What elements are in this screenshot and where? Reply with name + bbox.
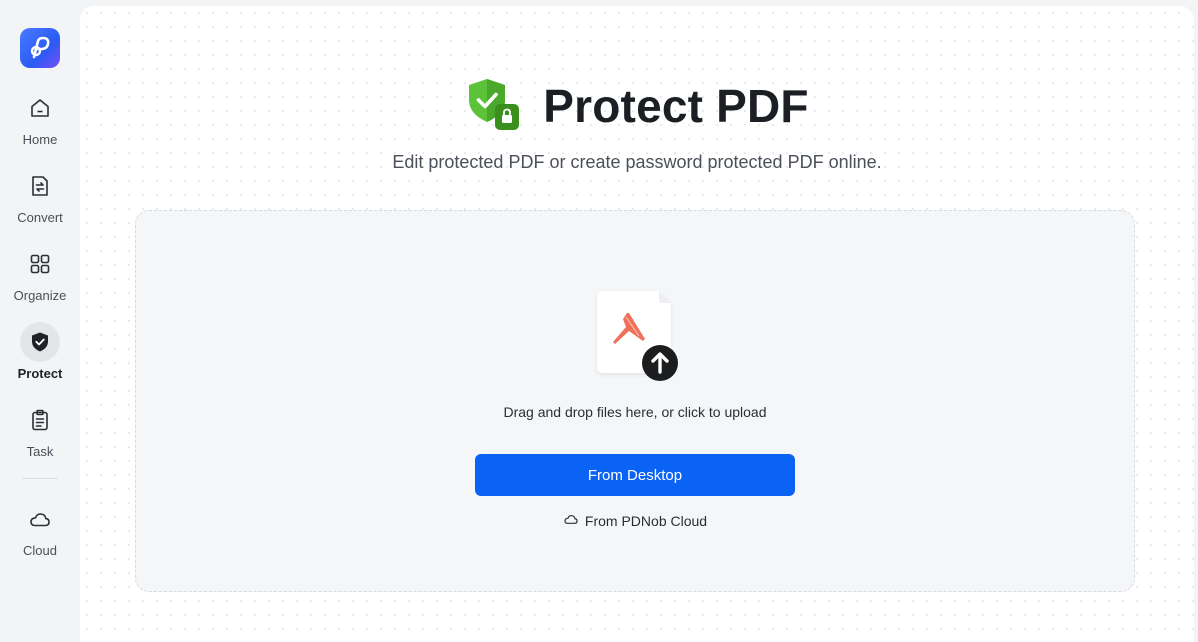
dropzone-instructions: Drag and drop files here, or click to up… — [503, 404, 767, 420]
from-cloud-link[interactable]: From PDNob Cloud — [136, 511, 1134, 530]
sidebar-item-label: Organize — [13, 288, 67, 303]
convert-icon — [20, 166, 60, 206]
shield-lock-icon — [465, 76, 521, 137]
upload-dropzone[interactable]: Drag and drop files here, or click to up… — [135, 210, 1135, 592]
sidebar-item-convert[interactable]: Convert — [0, 166, 80, 236]
shield-icon — [20, 322, 60, 362]
sidebar-item-label: Home — [22, 132, 58, 147]
pdnob-logo-icon[interactable] — [20, 28, 60, 68]
sidebar-item-label: Protect — [17, 366, 63, 381]
page-title: Protect PDF — [543, 80, 809, 132]
sidebar-item-cloud[interactable]: Cloud — [0, 499, 80, 569]
clipboard-icon — [20, 400, 60, 440]
sidebar-item-label: Task — [26, 444, 54, 459]
page-header: Protect PDF — [80, 76, 1194, 136]
main-panel: Protect PDF Edit protected PDF or create… — [80, 6, 1194, 642]
grid-icon — [20, 244, 60, 284]
sidebar-divider — [22, 478, 58, 479]
sidebar-item-protect[interactable]: Protect — [0, 322, 80, 392]
pdf-upload-icon — [593, 289, 683, 381]
cloud-link-label: From PDNob Cloud — [584, 512, 708, 529]
home-icon — [20, 88, 60, 128]
sidebar-item-task[interactable]: Task — [0, 400, 80, 470]
cloud-icon — [20, 499, 60, 539]
page-subtitle: Edit protected PDF or create password pr… — [392, 152, 882, 172]
sidebar-item-label: Convert — [17, 210, 63, 225]
sidebar: Home Convert Organize Protect Task Cloud — [0, 0, 80, 642]
cloud-icon — [563, 511, 579, 530]
from-desktop-button[interactable]: From Desktop — [475, 454, 795, 496]
sidebar-item-home[interactable]: Home — [0, 88, 80, 158]
sidebar-item-organize[interactable]: Organize — [0, 244, 80, 314]
sidebar-item-label: Cloud — [23, 543, 57, 558]
